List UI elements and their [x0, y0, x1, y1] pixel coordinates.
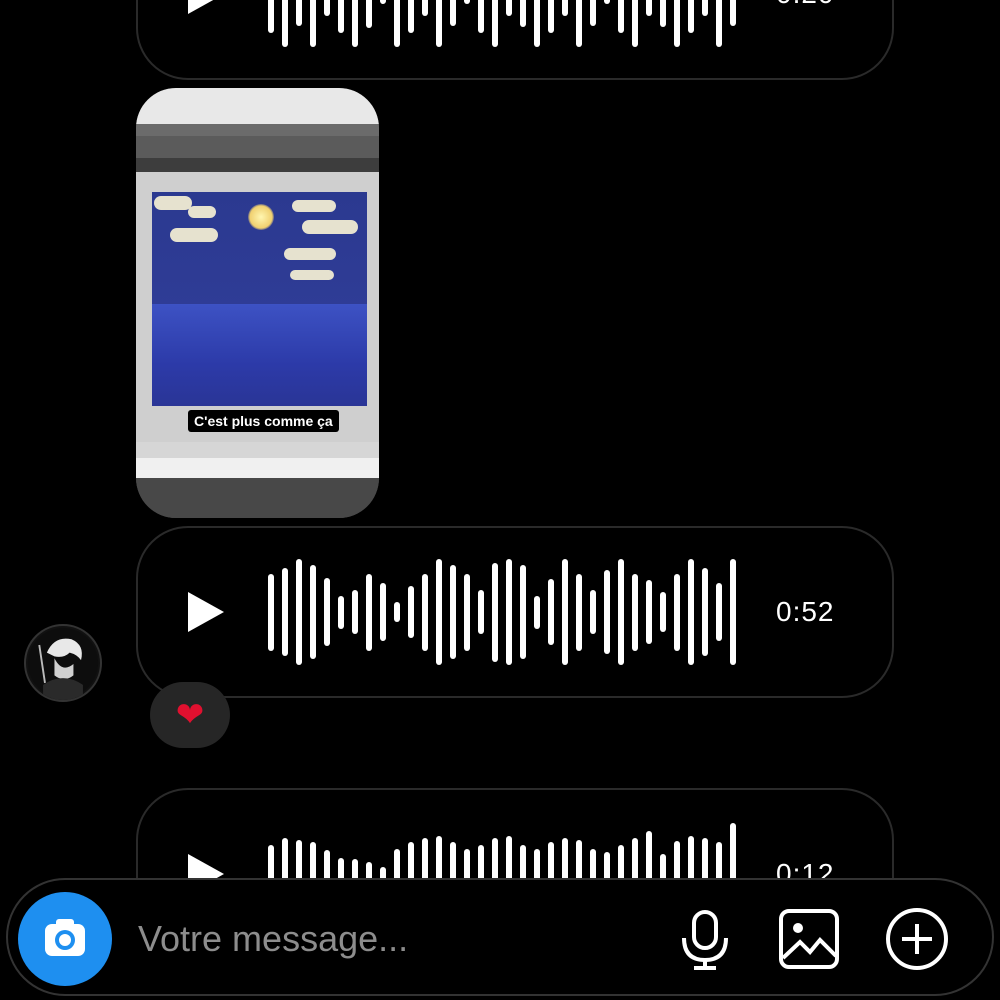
- waveform-bar: [324, 577, 330, 647]
- waveform-bar: [380, 0, 386, 4]
- voice-message[interactable]: 0:52: [136, 526, 894, 698]
- waveform-bar: [562, 0, 568, 16]
- voice-duration: 0:52: [776, 596, 835, 627]
- waveform-bar: [394, 602, 400, 622]
- message-input[interactable]: [136, 908, 660, 970]
- waveform-bar: [310, 0, 316, 47]
- voice-message[interactable]: 0:20: [136, 0, 894, 80]
- waveform-bar: [296, 559, 302, 665]
- painting-image: [152, 192, 367, 406]
- waveform-bar: [702, 0, 708, 16]
- waveform-bar: [618, 559, 624, 665]
- camera-button[interactable]: [18, 892, 112, 986]
- plus-circle-icon[interactable]: [884, 906, 950, 972]
- waveform-bar: [604, 570, 610, 654]
- waveform-bar: [366, 573, 372, 651]
- microphone-icon[interactable]: [672, 906, 738, 972]
- waveform-bar: [478, 0, 484, 33]
- waveform-bar: [282, 0, 288, 47]
- waveform-bar: [660, 592, 666, 632]
- waveform-bar: [268, 573, 274, 651]
- waveform-bar: [310, 564, 316, 660]
- avatar-icon: [27, 627, 99, 700]
- waveform-bar: [660, 0, 666, 27]
- waveform-bar: [646, 580, 652, 644]
- waveform-bar: [394, 0, 400, 47]
- waveform-bar: [296, 0, 302, 26]
- waveform-bar: [352, 0, 358, 47]
- waveform-bar: [674, 0, 680, 47]
- waveform-bar: [492, 0, 498, 47]
- heart-icon: ❤: [175, 696, 205, 734]
- waveform-bar: [576, 573, 582, 651]
- voice-duration: 0:20: [776, 0, 835, 10]
- waveform-bar: [632, 0, 638, 47]
- waveform-bar: [450, 564, 456, 660]
- waveform-bar: [366, 0, 372, 29]
- waveform-bar: [576, 0, 582, 47]
- waveform-bar: [702, 568, 708, 656]
- waveform-bar: [282, 568, 288, 656]
- waveform-bar: [730, 0, 736, 26]
- waveform-bar: [450, 0, 456, 26]
- waveform-bar: [520, 564, 526, 660]
- waveform-bar: [464, 0, 470, 4]
- waveform-bar: [562, 559, 568, 665]
- waveform-bar: [338, 595, 344, 629]
- waveform-bar: [436, 559, 442, 665]
- waveform-bar: [324, 0, 330, 16]
- camera-icon: [45, 919, 85, 956]
- waveform-bar: [632, 573, 638, 651]
- waveform-bar: [716, 0, 722, 47]
- waveform-bar: [338, 0, 344, 33]
- waveform-bar: [688, 0, 694, 33]
- waveform-bar: [352, 590, 358, 634]
- audio-waveform: [268, 528, 748, 696]
- waveform-bar: [380, 583, 386, 641]
- audio-waveform: [268, 0, 748, 78]
- waveform-bar: [408, 0, 414, 33]
- image-gallery-icon[interactable]: [776, 906, 842, 972]
- waveform-bar: [674, 573, 680, 651]
- waveform-bar: [646, 0, 652, 16]
- waveform-bar: [730, 559, 736, 665]
- play-icon[interactable]: [186, 590, 226, 634]
- waveform-bar: [464, 573, 470, 651]
- waveform-bar: [534, 0, 540, 47]
- waveform-bar: [492, 562, 498, 662]
- message-composer: [6, 878, 994, 996]
- waveform-bar: [548, 0, 554, 33]
- waveform-bar: [604, 0, 610, 4]
- waveform-bar: [688, 559, 694, 665]
- media-caption: C'est plus comme ça: [188, 410, 339, 432]
- waveform-bar: [534, 595, 540, 629]
- waveform-bar: [520, 0, 526, 27]
- waveform-bar: [590, 590, 596, 634]
- waveform-bar: [618, 0, 624, 33]
- waveform-bar: [478, 590, 484, 634]
- waveform-bar: [548, 579, 554, 645]
- waveform-bar: [506, 559, 512, 665]
- waveform-bar: [590, 0, 596, 26]
- waveform-bar: [506, 0, 512, 16]
- waveform-bar: [716, 583, 722, 641]
- waveform-bar: [422, 0, 428, 16]
- play-icon[interactable]: [186, 0, 226, 16]
- heart-reaction[interactable]: ❤: [150, 682, 230, 748]
- waveform-bar: [268, 0, 274, 33]
- media-message[interactable]: C'est plus comme ça: [136, 88, 379, 518]
- sender-avatar[interactable]: [24, 624, 102, 702]
- waveform-bar: [422, 573, 428, 651]
- waveform-bar: [436, 0, 442, 47]
- waveform-bar: [408, 585, 414, 639]
